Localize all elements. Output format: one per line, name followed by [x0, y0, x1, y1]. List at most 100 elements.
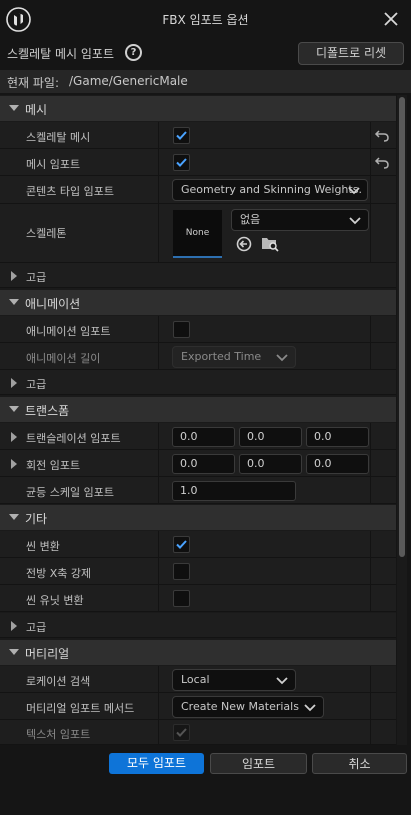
property-label: 메시 임포트 [26, 158, 81, 171]
chevron-down-icon [276, 677, 288, 685]
dropdown-value: Local [181, 673, 210, 686]
skeleton-dropdown[interactable]: 없음 [231, 209, 369, 231]
checkmark-icon [176, 158, 187, 167]
property-row-import-rotation: 회전 임포트 0.0 0.0 0.0 [0, 450, 396, 477]
property-label: 머티리얼 임포트 메서드 [26, 702, 135, 715]
property-label: 콘텐츠 타입 임포트 [26, 185, 114, 198]
convert-scene-checkbox[interactable] [173, 536, 190, 553]
checkmark-icon [176, 540, 187, 549]
category-material[interactable]: 머티리얼 [0, 640, 396, 665]
force-front-x-checkbox[interactable] [173, 563, 190, 580]
mesh-advanced-expander[interactable]: 고급 [0, 263, 396, 288]
category-label: 트랜스폼 [25, 404, 70, 418]
reset-arrow-icon[interactable] [374, 156, 390, 170]
property-row-import-mesh: 메시 임포트 [0, 149, 396, 176]
cancel-button[interactable]: 취소 [312, 753, 407, 774]
rotation-x-field[interactable]: 0.0 [172, 454, 235, 474]
content-type-dropdown[interactable]: Geometry and Skinning Weights. [172, 179, 368, 201]
skeletal-mesh-checkbox[interactable] [173, 127, 190, 144]
chevron-right-icon [11, 271, 17, 281]
property-label: 회전 임포트 [26, 459, 81, 472]
category-label: 머티리얼 [25, 647, 70, 661]
window-title: FBX 임포트 옵션 [162, 13, 249, 27]
chevron-down-icon [349, 217, 361, 225]
category-misc[interactable]: 기타 [0, 505, 396, 530]
property-row-content-type: 콘텐츠 타입 임포트 Geometry and Skinning Weights… [0, 176, 396, 204]
category-transform[interactable]: 트랜스폼 [0, 397, 396, 422]
convert-unit-checkbox[interactable] [173, 590, 190, 607]
category-animation[interactable]: 애니메이션 [0, 290, 396, 315]
property-row-material-import-method: 머티리얼 임포트 메서드 Create New Materials [0, 693, 396, 720]
property-label: 애니메이션 길이 [26, 352, 101, 365]
dropdown-value: Create New Materials [181, 700, 299, 713]
advanced-label: 고급 [26, 271, 47, 284]
help-icon[interactable]: ? [125, 44, 142, 61]
import-button[interactable]: 임포트 [210, 753, 307, 774]
checkmark-icon [176, 131, 187, 140]
property-row-import-translation: 트랜슬레이션 임포트 0.0 0.0 0.0 [0, 423, 396, 450]
reset-arrow-icon[interactable] [374, 129, 390, 143]
chevron-right-icon[interactable] [11, 459, 17, 469]
close-icon[interactable] [380, 8, 402, 30]
property-label: 로케이션 검색 [26, 675, 91, 688]
category-label: 애니메이션 [25, 297, 81, 311]
chevron-right-icon[interactable] [11, 432, 17, 442]
search-location-dropdown[interactable]: Local [172, 669, 296, 691]
advanced-label: 고급 [26, 378, 47, 391]
rotation-y-field[interactable]: 0.0 [239, 454, 302, 474]
property-row-uniform-scale: 균등 스케일 임포트 1.0 [0, 477, 396, 504]
chevron-down-icon [304, 704, 316, 712]
category-mesh[interactable]: 메시 [0, 96, 396, 121]
property-row-search-location: 로케이션 검색 Local [0, 666, 396, 693]
import-mesh-checkbox[interactable] [173, 154, 190, 171]
chevron-down-icon [9, 514, 19, 520]
dropdown-value: 없음 [240, 213, 261, 226]
chevron-right-icon [11, 378, 17, 388]
current-file-path: /Game/GenericMale [69, 74, 188, 88]
translation-x-field[interactable]: 0.0 [172, 427, 235, 447]
property-row-import-textures: 텍스처 임포트 [0, 720, 396, 745]
import-textures-checkbox[interactable] [173, 724, 190, 741]
dropdown-value: Exported Time [181, 350, 262, 363]
translation-z-field[interactable]: 0.0 [306, 427, 369, 447]
category-label: 기타 [25, 512, 48, 526]
browse-folder-search-icon[interactable] [261, 235, 279, 252]
misc-advanced-expander[interactable]: 고급 [0, 613, 396, 638]
skeleton-thumbnail[interactable]: None [173, 210, 222, 258]
material-import-method-dropdown[interactable]: Create New Materials [172, 696, 324, 718]
property-label: 스켈레탈 메시 [26, 131, 91, 144]
use-selected-asset-icon[interactable] [236, 236, 252, 252]
chevron-down-icon [9, 105, 19, 111]
property-label: 균등 스케일 임포트 [26, 486, 114, 499]
scrollbar-thumb[interactable] [399, 97, 405, 557]
reset-to-default-button[interactable]: 디폴트로 리셋 [298, 42, 404, 65]
property-label: 트랜슬레이션 임포트 [26, 432, 121, 445]
checkmark-icon [176, 728, 187, 737]
uniform-scale-field[interactable]: 1.0 [172, 481, 296, 501]
chevron-down-icon [9, 299, 19, 305]
animation-advanced-expander[interactable]: 고급 [0, 370, 396, 395]
advanced-label: 고급 [26, 621, 47, 634]
animation-length-dropdown[interactable]: Exported Time [172, 346, 296, 368]
property-row-force-front-x: 전방 X축 강제 [0, 558, 396, 585]
property-row-animation-length: 애니메이션 길이 Exported Time [0, 343, 396, 370]
property-label: 스켈레톤 [26, 227, 67, 240]
property-row-convert-unit: 씬 유닛 변환 [0, 585, 396, 612]
chevron-down-icon [276, 354, 288, 362]
property-label: 전방 X축 강제 [26, 567, 92, 580]
property-label: 씬 유닛 변환 [26, 594, 84, 607]
property-row-import-animations: 애니메이션 임포트 [0, 316, 396, 343]
dropdown-value: Geometry and Skinning Weights. [181, 183, 362, 196]
chevron-right-icon [11, 621, 17, 631]
property-row-skeletal-mesh: 스켈레탈 메시 [0, 122, 396, 149]
translation-y-field[interactable]: 0.0 [239, 427, 302, 447]
property-label: 텍스처 임포트 [26, 728, 91, 741]
current-file-label: 현재 파일: [7, 76, 60, 90]
chevron-down-icon [9, 649, 19, 655]
import-animations-checkbox[interactable] [173, 321, 190, 338]
property-label: 애니메이션 임포트 [26, 325, 111, 338]
rotation-z-field[interactable]: 0.0 [306, 454, 369, 474]
dialog-heading: 스켈레탈 메시 임포트 [7, 47, 114, 61]
import-all-button[interactable]: 모두 임포트 [109, 753, 204, 774]
chevron-down-icon [9, 406, 19, 412]
